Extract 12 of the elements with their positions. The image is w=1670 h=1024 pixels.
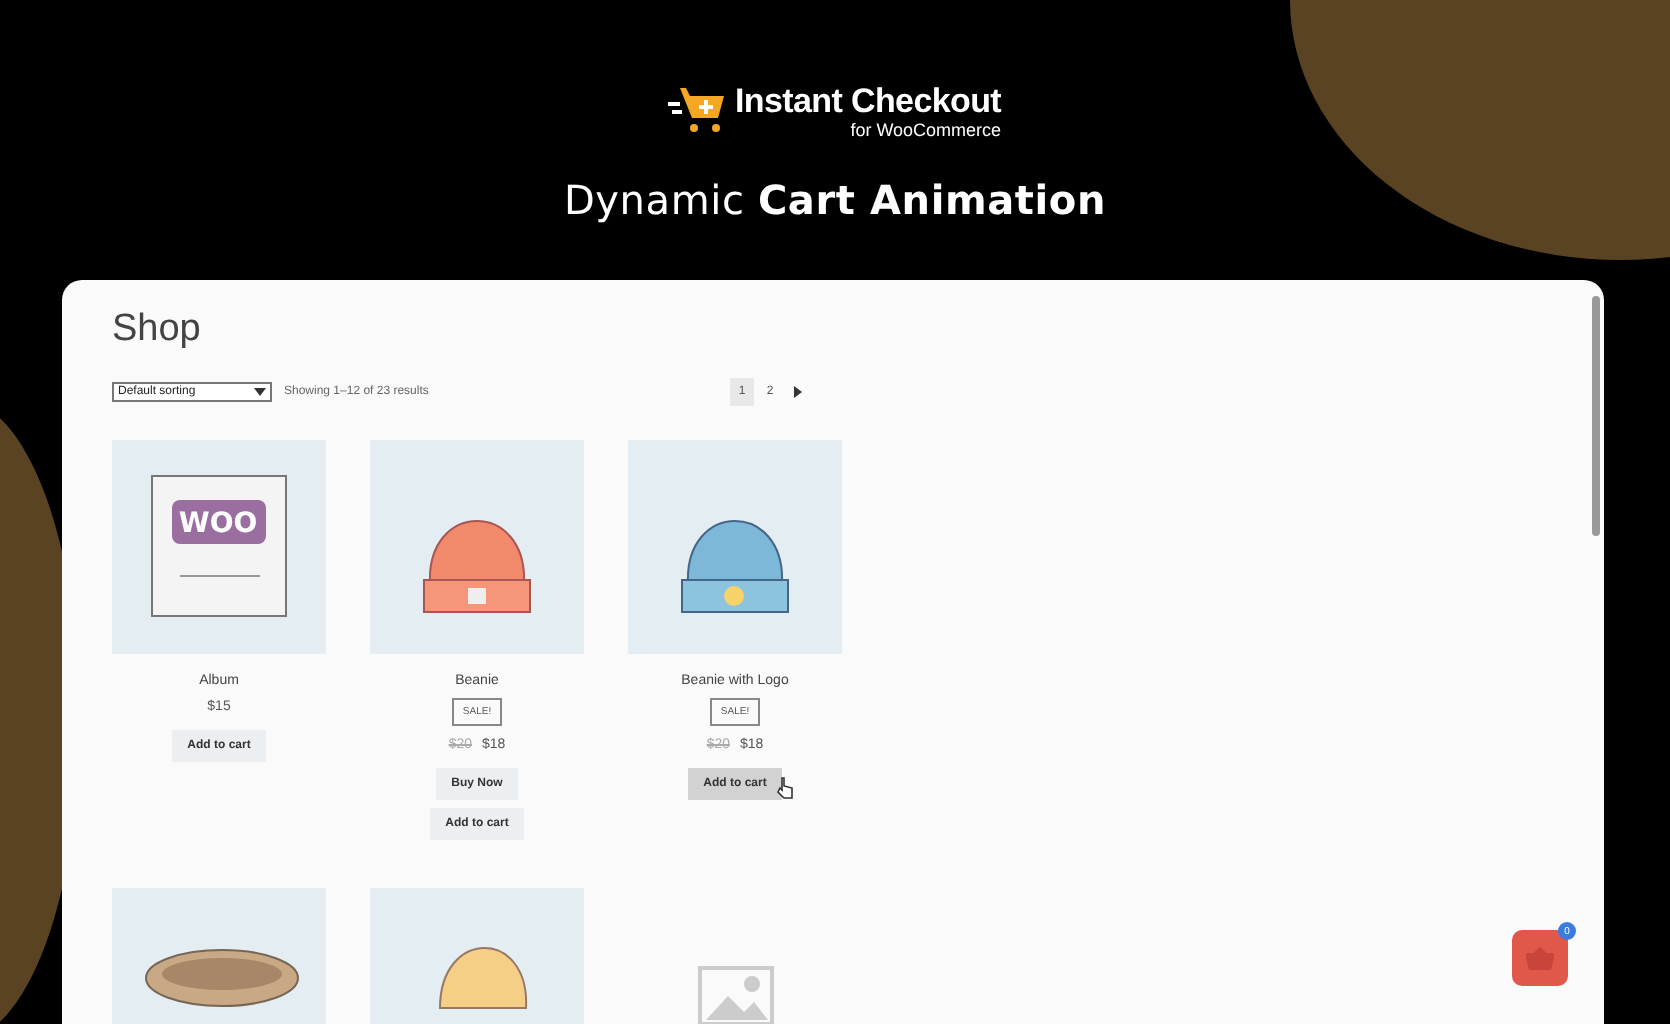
chevron-icon — [254, 388, 266, 396]
album-drawing: WOO — [112, 440, 326, 654]
image-placeholder-icon — [697, 965, 773, 1024]
basket-icon — [1526, 946, 1554, 970]
next-arrow-icon — [794, 386, 802, 398]
scrollbar[interactable] — [1592, 296, 1600, 536]
headline: Dynamic Cart Animation — [563, 176, 1107, 224]
page-title: Shop — [112, 308, 203, 352]
cart-logo-icon — [668, 84, 729, 136]
pointer-cursor-icon — [776, 776, 795, 800]
brand-name: Instant Checkout — [734, 84, 1002, 120]
brand-tagline: for WooCommerce — [850, 120, 1002, 140]
